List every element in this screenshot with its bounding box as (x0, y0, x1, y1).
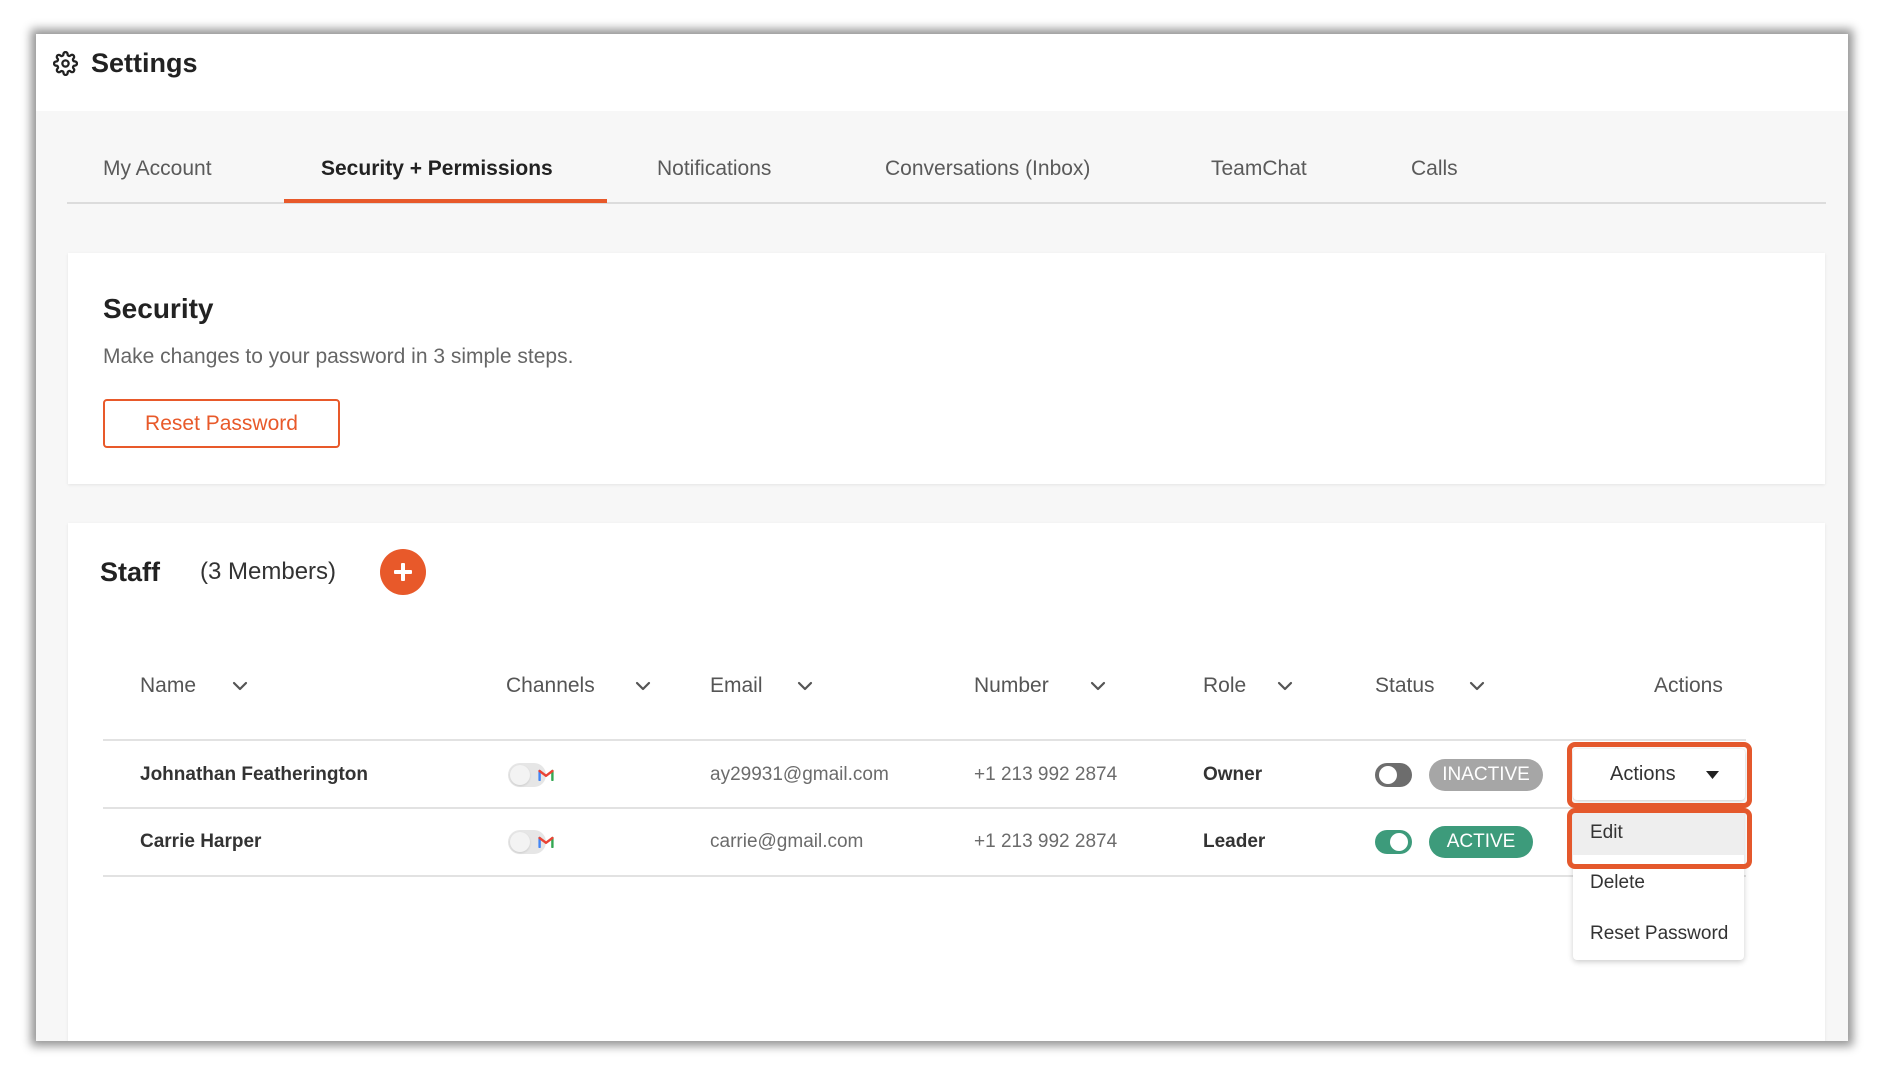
staff-role: Owner (1203, 764, 1263, 785)
status-badge: INACTIVE (1429, 759, 1543, 791)
highlight-box-edit (1567, 808, 1752, 869)
settings-window: Settings My Account Security + Permissio… (36, 34, 1848, 1041)
column-header-number[interactable]: Number (974, 671, 1049, 701)
status-badge: ACTIVE (1429, 826, 1533, 858)
column-header-email[interactable]: Email (710, 671, 763, 701)
tab-my-account[interactable]: My Account (103, 154, 212, 184)
highlight-box-actions (1567, 742, 1752, 808)
staff-email: carrie@gmail.com (710, 831, 864, 852)
security-title: Security (103, 293, 214, 324)
tab-calls[interactable]: Calls (1411, 154, 1458, 184)
chevron-down-icon[interactable] (1469, 681, 1485, 691)
staff-member-count: (3 Members) (200, 558, 337, 585)
chevron-down-icon[interactable] (232, 681, 248, 691)
table-divider (103, 875, 1746, 877)
tab-teamchat[interactable]: TeamChat (1211, 154, 1307, 184)
column-header-name[interactable]: Name (140, 671, 196, 701)
staff-name: Johnathan Featherington (140, 764, 368, 785)
active-tab-indicator (284, 199, 607, 203)
chevron-down-icon[interactable] (635, 681, 651, 691)
tab-security-permissions[interactable]: Security + Permissions (321, 154, 553, 184)
column-header-role[interactable]: Role (1203, 671, 1246, 701)
chevron-down-icon[interactable] (1277, 681, 1293, 691)
staff-role: Leader (1203, 831, 1266, 852)
table-divider (103, 807, 1746, 809)
tab-notifications[interactable]: Notifications (657, 154, 771, 184)
add-staff-button[interactable] (380, 549, 426, 595)
channel-toggle[interactable] (508, 828, 560, 856)
page-title: Settings (91, 48, 198, 78)
reset-password-button[interactable]: Reset Password (103, 399, 340, 448)
staff-number: +1 213 992 2874 (974, 831, 1118, 852)
chevron-down-icon[interactable] (797, 681, 813, 691)
column-header-status[interactable]: Status (1375, 671, 1435, 701)
gmail-icon (538, 769, 554, 781)
channel-toggle[interactable] (508, 761, 560, 789)
staff-name: Carrie Harper (140, 831, 262, 852)
status-toggle[interactable] (1375, 763, 1412, 787)
tab-conversations-inbox[interactable]: Conversations (Inbox) (885, 154, 1090, 184)
security-card: Security Make changes to your password i… (68, 253, 1825, 484)
chevron-down-icon[interactable] (1090, 681, 1106, 691)
column-header-channels[interactable]: Channels (506, 671, 595, 701)
menu-item-reset-password[interactable]: Reset Password (1573, 912, 1744, 956)
table-divider (103, 739, 1746, 741)
status-toggle[interactable] (1375, 830, 1412, 854)
gear-icon (53, 51, 78, 76)
staff-card: Staff (3 Members) Name Channels Email Nu… (68, 523, 1825, 1041)
staff-number: +1 213 992 2874 (974, 764, 1118, 785)
staff-email: ay29931@gmail.com (710, 764, 889, 785)
staff-title: Staff (100, 557, 160, 587)
settings-header: Settings (36, 34, 1848, 111)
column-header-actions: Actions (1654, 674, 1723, 697)
security-description: Make changes to your password in 3 simpl… (103, 345, 574, 368)
gmail-icon (538, 836, 554, 848)
